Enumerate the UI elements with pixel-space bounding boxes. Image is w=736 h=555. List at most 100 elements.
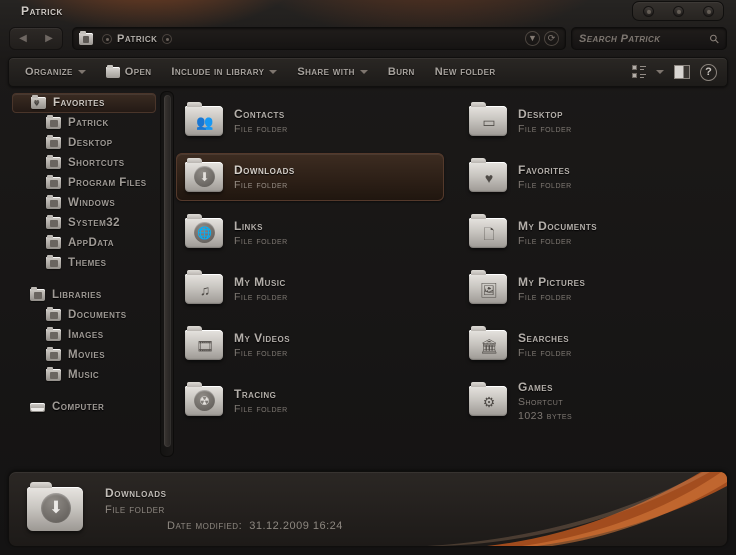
window-controls [632,1,724,21]
search-icon: ⚲ [706,30,723,47]
decorative-swoosh [427,472,727,546]
desktop-folder-icon: ▭ [469,102,507,136]
file-item[interactable]: ♥ Favorites File folder [460,153,728,201]
file-info: My Pictures File folder [518,275,585,303]
sidebar-item-music[interactable]: Music [12,365,156,385]
preview-pane-icon[interactable] [674,65,690,79]
file-info: My Videos File folder [234,331,290,359]
file-name: My Videos [234,331,291,345]
title-bar: Patrick [0,0,736,25]
sidebar-item-images[interactable]: Images [12,325,156,345]
links-folder-icon: 🌐 [185,214,223,248]
details-date-label: Date modified: [167,520,243,532]
my-music-folder-icon: ♫ [185,270,223,304]
open-label: Open [124,66,152,78]
sidebar-item-shortcuts[interactable]: Shortcuts [12,153,156,173]
file-item[interactable]: 🖼 My Pictures File folder [460,265,728,313]
sidebar-item-appdata[interactable]: AppData [12,233,156,253]
refresh-icon[interactable]: ⟳ [544,31,559,46]
breadcrumb-separator-icon[interactable] [162,33,173,44]
sidebar-group-label: Favorites [53,97,105,109]
file-name: Tracing [234,387,277,401]
burn-label: Burn [387,66,415,78]
search-input[interactable]: Search Patrick [579,33,660,45]
view-options-icon[interactable] [632,65,646,79]
computer-drive-icon [30,402,45,412]
games-folder-icon: ⚙ [469,382,507,416]
file-name: Searches [518,331,570,345]
sidebar-group-label: Libraries [52,289,102,301]
folder-glyph-icon: ⬇ [194,166,215,187]
scrollbar-thumb[interactable] [164,95,171,447]
sidebar-item-label: Patrick [68,117,109,129]
file-list: 👥 Contacts File folder ▭ Desktop File folder ⬇… [176,91,728,461]
file-info: Searches File folder [518,331,572,359]
file-name: My Documents [518,219,598,233]
sidebar-item-windows[interactable]: Windows [12,193,156,213]
minimize-button[interactable] [642,5,654,17]
folder-glyph-icon: 🌐 [194,222,215,243]
file-type: File folder [234,291,288,303]
sidebar-item-movies[interactable]: Movies [12,345,156,365]
sidebar-group-computer[interactable]: Computer [12,397,156,417]
back-button[interactable]: ◀ [19,33,27,44]
help-icon[interactable]: ? [700,63,717,81]
forward-button[interactable]: ▶ [45,33,53,44]
file-item[interactable]: 🌐 Links File folder [176,209,444,257]
chevron-down-icon [77,70,86,74]
new-folder-button[interactable]: New folder [425,61,506,83]
sidebar-group-libraries[interactable]: Libraries [12,285,156,305]
file-item[interactable]: ⚙ Games Shortcut 1023 bytes [460,377,728,425]
sidebar-item-patrick[interactable]: Patrick [12,113,156,133]
file-info: Contacts File folder [234,107,288,135]
file-size: 1023 bytes [518,410,573,422]
file-item[interactable]: 🗋 My Documents File folder [460,209,728,257]
details-date-value: 31.12.2009 16:24 [249,520,343,532]
folder-icon [46,155,61,169]
folder-glyph-icon: 🖼 [480,281,498,298]
search-box[interactable]: Search Patrick ⚲ [571,27,727,50]
file-item[interactable]: 🎞 My Videos File folder [176,321,444,369]
folder-glyph-icon: ▭ [482,113,496,130]
folder-icon [46,327,61,341]
folder-glyph-icon: 🏛 [480,337,498,354]
folder-icon [46,367,61,381]
sidebar-scrollbar[interactable] [160,91,174,457]
file-item[interactable]: ⬇ Downloads File folder [176,153,444,201]
sidebar-item-label: AppData [68,237,115,249]
file-item[interactable]: ☢ Tracing File folder [176,377,444,425]
maximize-button[interactable] [672,5,684,17]
folder-icon [46,347,61,361]
sidebar-item-program-files[interactable]: Program Files [12,173,156,193]
sidebar-item-system32[interactable]: System32 [12,213,156,233]
chevron-down-icon[interactable] [656,70,664,74]
sidebar-item-label: Shortcuts [68,157,125,169]
file-name: Games [518,380,553,394]
include-in-library-button[interactable]: Include in library [161,61,287,83]
address-bar-actions: ▼ ⟳ [525,31,559,46]
chevron-down-icon [359,70,368,74]
open-button[interactable]: Open [96,61,162,83]
file-type: File folder [234,123,288,135]
sidebar-item-themes[interactable]: Themes [12,253,156,273]
file-item[interactable]: ♫ My Music File folder [176,265,444,313]
file-name: Downloads [234,163,295,177]
breadcrumb-patrick[interactable]: Patrick [117,33,157,45]
burn-button[interactable]: Burn [378,61,425,83]
sidebar-group-favorites[interactable]: Favorites [12,93,156,113]
file-item[interactable]: 👥 Contacts File folder [176,97,444,145]
chevron-down-icon[interactable]: ▼ [525,31,540,46]
file-item[interactable]: 🏛 Searches File folder [460,321,728,369]
file-item[interactable]: ▭ Desktop File folder [460,97,728,145]
file-type: File folder [234,403,288,415]
file-type: File folder [234,347,288,359]
close-button[interactable] [702,5,714,17]
organize-button[interactable]: Organize [15,61,96,83]
content-area: Favorites Patrick Desktop Shortcuts Program … [8,91,728,461]
sidebar-item-desktop[interactable]: Desktop [12,133,156,153]
sidebar-item-documents[interactable]: Documents [12,305,156,325]
share-with-button[interactable]: Share with [287,61,378,83]
my-documents-folder-icon: 🗋 [469,214,507,248]
address-bar[interactable]: Patrick ▼ ⟳ [72,27,566,50]
